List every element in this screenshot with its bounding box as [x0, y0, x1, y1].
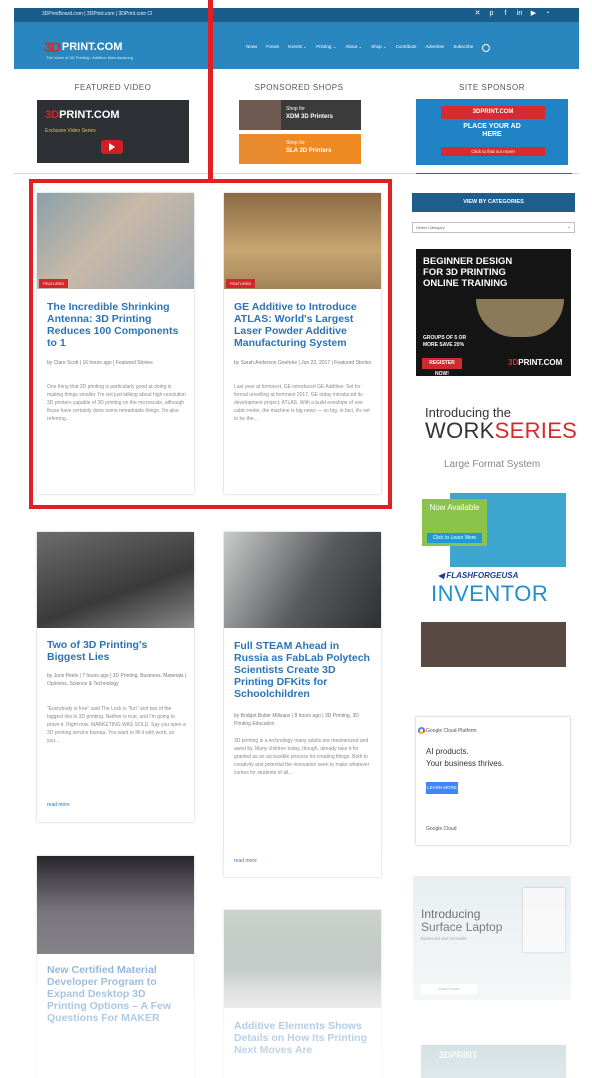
site-logo[interactable]: 3D PRINT.COM The Voice of 3D Printing / … — [44, 39, 133, 60]
logo-prefix: 3D — [44, 39, 61, 55]
youtube-icon[interactable]: ▶ — [530, 10, 537, 18]
flashforge-brand: ◀ FLASHFORGEUSA — [438, 571, 519, 580]
video-brand: 3DPRINT.COM — [45, 109, 120, 121]
pinterest-icon[interactable]: p — [488, 10, 495, 18]
article-meta: by Joris Peels | 7 hours ago | 3D Printi… — [47, 673, 187, 687]
google-cloud-ad[interactable]: Google Cloud Platform AI products. Your … — [416, 717, 570, 845]
twitter-icon[interactable]: ✕ — [474, 10, 481, 18]
google-logo-icon — [418, 727, 425, 734]
menu-item-about[interactable]: About ⌄ — [345, 44, 362, 52]
laptop-image — [523, 888, 565, 952]
inventor-product: INVENTOR — [431, 581, 549, 606]
main-header: 3D PRINT.COM The Voice of 3D Printing / … — [14, 22, 579, 69]
article-title[interactable]: Full STEAM Ahead in Russia as FabLab Pol… — [234, 640, 374, 700]
network-links[interactable]: 3DPrintBoard.com | 3DPrint.com | 3DPrint… — [42, 11, 152, 17]
article-card[interactable]: New Certified Material Developer Program… — [37, 856, 194, 1078]
now-available-badge: Now Available Click to Learn More — [422, 499, 487, 546]
rss-icon[interactable]: ◔ — [544, 10, 551, 18]
callout-pointer — [208, 0, 213, 180]
category-select[interactable]: Select Category ⌄ — [412, 222, 575, 233]
menu-item-news[interactable]: News — [246, 44, 257, 52]
video-subtitle: Exclusive Video Series — [45, 128, 96, 134]
menu-item-shop[interactable]: Shop ⌄ — [371, 44, 387, 52]
menu-item-forum[interactable]: Forum — [266, 44, 279, 52]
shop-label: Shop for SLA 3D Printers — [281, 134, 361, 164]
learn-more-button[interactable]: Click to Learn More — [427, 533, 482, 543]
bottom-ad[interactable]: 3DPRINT — [421, 1045, 566, 1078]
shop-label: Shop for XDM 3D Printers — [281, 100, 361, 130]
main-menu: News Forum Events ⌄ Printing ⌄ About ⌄ S… — [246, 44, 491, 52]
article-thumbnail[interactable] — [37, 856, 194, 954]
read-more-link[interactable]: read more — [234, 858, 257, 864]
article-excerpt: "Everybody is free" said The Lock is "fu… — [47, 706, 186, 744]
article-title[interactable]: Two of 3D Printing's Biggest Lies — [47, 639, 187, 663]
ad-photo[interactable] — [421, 622, 566, 667]
divider-accent — [416, 173, 572, 174]
flashforge-ad[interactable]: Now Available Click to Learn More ◀ FLAS… — [420, 493, 566, 610]
featured-video[interactable]: 3DPRINT.COM Exclusive Video Series — [37, 100, 189, 163]
site-sponsor-ad[interactable]: 3DPRINT.COM PLACE YOUR AD HERE Click to … — [416, 99, 568, 165]
categories-heading: VIEW BY CATEGORIES — [412, 193, 575, 212]
article-thumbnail[interactable] — [224, 532, 381, 628]
menu-item-contribute[interactable]: Contribute — [396, 44, 417, 52]
shop-banner-xdm[interactable]: Shop for XDM 3D Printers — [239, 100, 361, 130]
site-sponsor-heading: SITE SPONSOR — [458, 83, 525, 92]
training-ad[interactable]: BEGINNER DESIGN FOR 3D PRINTING ONLINE T… — [416, 249, 571, 377]
menu-item-events[interactable]: Events ⌄ — [288, 44, 307, 52]
facebook-icon[interactable]: f — [502, 10, 509, 18]
shop-image — [239, 134, 281, 164]
social-icons: ✕ p f in ▶ ◔ — [474, 10, 551, 18]
read-more-link[interactable]: read more — [47, 802, 70, 808]
article-card[interactable]: Two of 3D Printing's Biggest Lies by Jor… — [37, 532, 194, 822]
featured-video-heading: FEATURED VIDEO — [74, 83, 152, 92]
article-card[interactable]: Additive Elements Shows Details on How I… — [224, 910, 381, 1078]
sponsor-cta[interactable]: Click to find out more! — [441, 147, 545, 156]
sponsor-banner: 3DPRINT.COM — [441, 106, 545, 119]
highlight-callout — [29, 179, 392, 509]
logo-text: PRINT.COM — [61, 41, 123, 53]
article-title[interactable]: New Certified Material Developer Program… — [47, 964, 187, 1024]
article-thumbnail[interactable] — [37, 532, 194, 628]
menu-item-printing[interactable]: Printing ⌄ — [316, 44, 336, 52]
sponsor-text: PLACE YOUR AD HERE — [463, 123, 521, 138]
play-icon[interactable] — [101, 140, 123, 154]
chevron-down-icon: ⌄ — [566, 224, 571, 230]
article-thumbnail[interactable] — [224, 910, 381, 1008]
menu-item-subscribe[interactable]: Subscribe — [453, 44, 473, 52]
linkedin-icon[interactable]: in — [516, 10, 523, 18]
surface-laptop-ad[interactable]: Introducing Surface Laptop Balanced and … — [413, 876, 571, 1000]
learn-more-button[interactable]: Learn more — [421, 984, 477, 994]
article-meta: by Bridget Butler Millsaps | 8 hours ago… — [234, 713, 359, 727]
top-utility-bar: 3DPrintBoard.com | 3DPrint.com | 3DPrint… — [14, 8, 579, 22]
ad-image — [476, 299, 564, 337]
logo-tagline: The Voice of 3D Printing / Additive Manu… — [46, 55, 133, 60]
workseries-logo[interactable]: WORKSERIES — [425, 418, 577, 444]
workseries-tagline: Large Format System — [444, 459, 541, 470]
article-excerpt: 3D printing is a technology many adults … — [234, 738, 370, 776]
article-card[interactable]: Full STEAM Ahead in Russia as FabLab Pol… — [224, 532, 381, 877]
sponsored-shops-heading: SPONSORED SHOPS — [254, 83, 344, 92]
search-icon[interactable] — [482, 44, 491, 52]
article-title[interactable]: Additive Elements Shows Details on How I… — [234, 1020, 374, 1056]
menu-item-advertise[interactable]: Advertise — [425, 44, 444, 52]
shop-banner-sla[interactable]: Shop for SLA 3D Printers — [239, 134, 361, 164]
ad-brand: 3DPRINT.COM — [508, 358, 563, 367]
register-button[interactable]: REGISTER NOW! — [422, 358, 462, 377]
learn-more-button[interactable]: LEARN MORE — [426, 782, 458, 794]
shop-image — [239, 100, 281, 130]
